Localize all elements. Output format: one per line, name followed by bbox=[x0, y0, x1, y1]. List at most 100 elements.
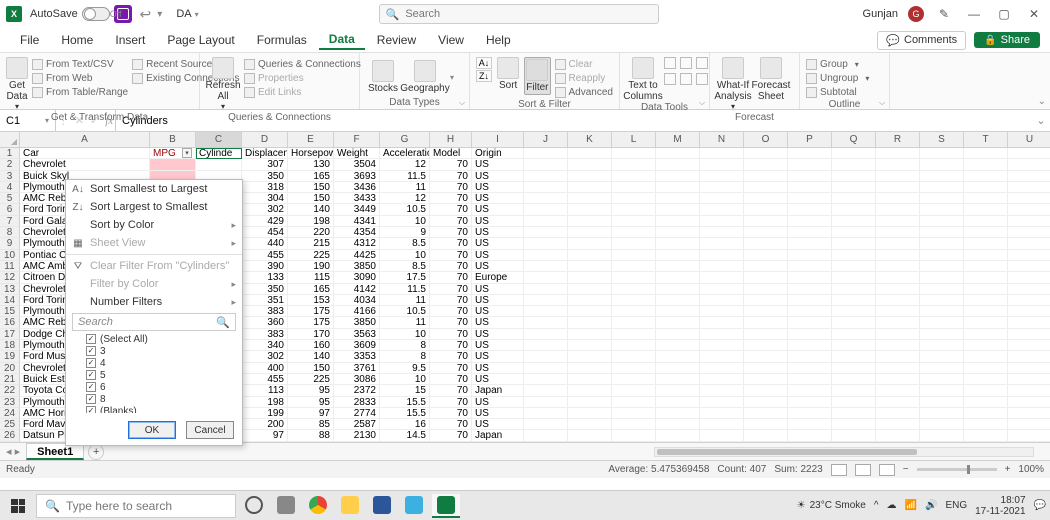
data-cell[interactable]: 70 bbox=[430, 159, 472, 170]
data-cell[interactable]: 2372 bbox=[334, 385, 380, 396]
data-cell[interactable] bbox=[700, 204, 744, 215]
data-cell[interactable] bbox=[612, 317, 656, 328]
checkbox-icon[interactable]: ✓ bbox=[86, 382, 96, 392]
row-header[interactable]: 3 bbox=[0, 171, 20, 182]
from-table-range[interactable]: From Table/Range bbox=[32, 85, 128, 99]
data-cell[interactable]: 350 bbox=[242, 284, 288, 295]
data-cell[interactable] bbox=[1008, 295, 1050, 306]
data-cell[interactable] bbox=[568, 374, 612, 385]
data-cell[interactable] bbox=[876, 250, 920, 261]
data-cell[interactable] bbox=[964, 317, 1008, 328]
row-header[interactable]: 24 bbox=[0, 408, 20, 419]
row-header[interactable]: 21 bbox=[0, 374, 20, 385]
data-cell[interactable] bbox=[876, 329, 920, 340]
data-cell[interactable]: 150 bbox=[288, 182, 334, 193]
data-cell[interactable] bbox=[832, 430, 876, 441]
data-cell[interactable] bbox=[656, 363, 700, 374]
data-cell[interactable] bbox=[788, 397, 832, 408]
data-cell[interactable]: 2587 bbox=[334, 419, 380, 430]
data-cell[interactable] bbox=[788, 329, 832, 340]
data-cell[interactable] bbox=[876, 430, 920, 441]
data-cell[interactable] bbox=[700, 159, 744, 170]
column-header[interactable]: U bbox=[1008, 132, 1050, 147]
row-header[interactable]: 15 bbox=[0, 306, 20, 317]
filter-check-item[interactable]: ✓(Blanks) bbox=[86, 405, 232, 413]
data-cell[interactable] bbox=[832, 295, 876, 306]
data-cell[interactable] bbox=[612, 272, 656, 283]
data-cell[interactable] bbox=[700, 374, 744, 385]
data-cell[interactable]: 2833 bbox=[334, 397, 380, 408]
clock[interactable]: 18:0717-11-2021 bbox=[975, 495, 1025, 517]
data-cell[interactable]: 153 bbox=[288, 295, 334, 306]
data-cell[interactable]: 455 bbox=[242, 250, 288, 261]
data-cell[interactable] bbox=[524, 374, 568, 385]
data-cell[interactable] bbox=[920, 272, 964, 283]
data-cell[interactable] bbox=[612, 216, 656, 227]
data-cell[interactable]: 11.5 bbox=[380, 171, 430, 182]
data-cell[interactable]: US bbox=[472, 419, 524, 430]
data-cell[interactable]: 70 bbox=[430, 385, 472, 396]
data-cell[interactable] bbox=[744, 408, 788, 419]
data-cell[interactable] bbox=[700, 385, 744, 396]
data-cell[interactable]: 383 bbox=[242, 306, 288, 317]
data-cell[interactable] bbox=[568, 306, 612, 317]
header-cell[interactable]: Origin bbox=[472, 148, 524, 159]
data-cell[interactable] bbox=[788, 408, 832, 419]
data-cell[interactable] bbox=[1008, 284, 1050, 295]
data-cell[interactable]: US bbox=[472, 408, 524, 419]
row-header[interactable]: 2 bbox=[0, 159, 20, 170]
data-cell[interactable]: 70 bbox=[430, 204, 472, 215]
start-button[interactable] bbox=[4, 494, 32, 518]
data-cell[interactable] bbox=[788, 193, 832, 204]
data-cell[interactable] bbox=[612, 306, 656, 317]
data-cell[interactable] bbox=[656, 250, 700, 261]
row-header[interactable]: 10 bbox=[0, 250, 20, 261]
column-header[interactable]: R bbox=[876, 132, 920, 147]
data-cell[interactable] bbox=[744, 295, 788, 306]
data-cell[interactable] bbox=[788, 430, 832, 441]
data-cell[interactable] bbox=[920, 193, 964, 204]
header-cell[interactable] bbox=[612, 148, 656, 159]
data-cell[interactable]: 70 bbox=[430, 295, 472, 306]
data-cell[interactable] bbox=[744, 216, 788, 227]
data-cell[interactable]: 3761 bbox=[334, 363, 380, 374]
data-cell[interactable] bbox=[876, 317, 920, 328]
data-cell[interactable] bbox=[612, 227, 656, 238]
data-cell[interactable]: Chevrolet bbox=[20, 159, 150, 170]
data-cell[interactable]: US bbox=[472, 182, 524, 193]
data-cell[interactable]: Europe bbox=[472, 272, 524, 283]
word-icon[interactable] bbox=[368, 494, 396, 518]
data-cell[interactable] bbox=[876, 227, 920, 238]
data-cell[interactable] bbox=[656, 216, 700, 227]
header-cell[interactable] bbox=[788, 148, 832, 159]
data-cell[interactable] bbox=[788, 317, 832, 328]
data-cell[interactable]: US bbox=[472, 216, 524, 227]
data-cell[interactable] bbox=[612, 295, 656, 306]
data-cell[interactable] bbox=[920, 385, 964, 396]
column-header[interactable]: O bbox=[744, 132, 788, 147]
store-icon[interactable] bbox=[400, 494, 428, 518]
data-cell[interactable] bbox=[612, 397, 656, 408]
data-cell[interactable]: 4166 bbox=[334, 306, 380, 317]
data-cell[interactable] bbox=[920, 238, 964, 249]
horizontal-scrollbar[interactable] bbox=[654, 447, 1034, 457]
data-cell[interactable]: 2774 bbox=[334, 408, 380, 419]
data-cell[interactable] bbox=[964, 374, 1008, 385]
data-cell[interactable] bbox=[876, 306, 920, 317]
data-cell[interactable] bbox=[920, 329, 964, 340]
data-cell[interactable] bbox=[832, 351, 876, 362]
data-cell[interactable] bbox=[1008, 193, 1050, 204]
data-cell[interactable] bbox=[656, 204, 700, 215]
data-cell[interactable] bbox=[524, 408, 568, 419]
data-cell[interactable] bbox=[788, 419, 832, 430]
data-cell[interactable] bbox=[700, 351, 744, 362]
data-cell[interactable]: 70 bbox=[430, 193, 472, 204]
data-cell[interactable]: US bbox=[472, 329, 524, 340]
data-cell[interactable] bbox=[1008, 363, 1050, 374]
data-cell[interactable] bbox=[964, 261, 1008, 272]
data-cell[interactable] bbox=[568, 171, 612, 182]
data-cell[interactable] bbox=[964, 284, 1008, 295]
data-cell[interactable]: 3609 bbox=[334, 340, 380, 351]
data-cell[interactable] bbox=[876, 272, 920, 283]
data-cell[interactable]: 95 bbox=[288, 385, 334, 396]
